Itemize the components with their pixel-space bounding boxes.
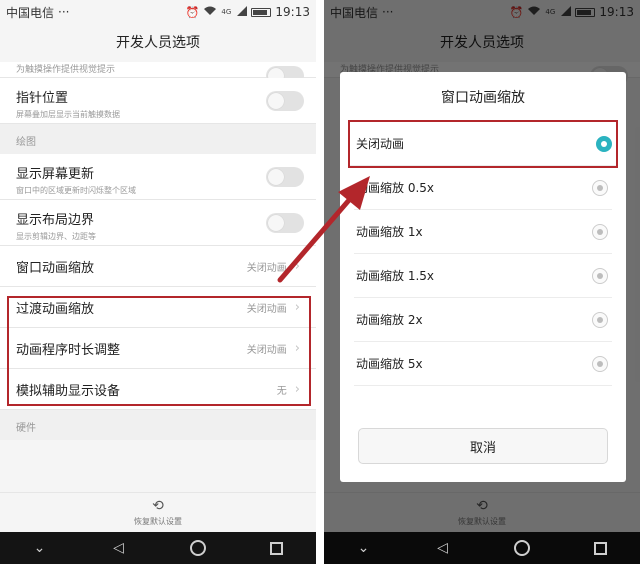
option-5x[interactable]: 动画缩放 5x <box>354 342 612 386</box>
cancel-button[interactable]: 取消 <box>358 428 608 464</box>
option-label: 关闭动画 <box>356 137 405 151</box>
network-type: 4G <box>221 7 232 16</box>
home-circle-icon[interactable] <box>178 540 218 556</box>
item-title: 模拟辅助显示设备 <box>16 383 121 399</box>
item-title: 动画程序时长调整 <box>16 342 121 358</box>
animation-scale-dialog-screen: 中国电信 ··· ⏰ 4G 19:13 开发人员选项 为触摸操作提供视觉提示 <box>324 0 640 564</box>
dialog-title: 窗口动画缩放 <box>441 90 525 106</box>
item-subtitle: 窗口中的区域更新时闪烁整个区域 <box>16 186 136 195</box>
list-item-layout-bounds[interactable]: 显示布局边界 显示剪辑边界、边距等 <box>0 200 316 246</box>
reset-defaults-button[interactable]: ⟲ 恢复默认设置 <box>0 492 316 532</box>
item-title: 窗口动画缩放 <box>16 260 95 276</box>
section-header-drawing: 绘图 <box>0 124 316 154</box>
item-subtitle: 显示剪辑边界、边距等 <box>16 232 96 241</box>
radio-icon[interactable] <box>592 355 608 372</box>
item-subtitle: 为触摸操作提供视觉提示 <box>16 65 116 75</box>
list-item-animator-duration[interactable]: 动画程序时长调整 关闭动画 › <box>0 328 316 369</box>
layout-bounds-toggle[interactable] <box>266 212 304 233</box>
home-circle-icon[interactable] <box>502 540 542 556</box>
radio-icon[interactable] <box>592 179 608 196</box>
composite-screenshot: 中国电信 ··· ⏰ 4G 19:13 开发人员选项 为触摸操作提供视觉提示 指… <box>0 0 640 564</box>
item-value: 无 <box>276 385 287 397</box>
option-label: 动画缩放 5x <box>356 357 423 371</box>
navigation-bar: ⌄ ◁ <box>0 532 316 564</box>
list-item-pointer-location[interactable]: 指针位置 屏幕叠加层显示当前触摸数据 <box>0 78 316 124</box>
signal-icon <box>237 5 248 19</box>
carrier-label: 中国电信 <box>6 5 55 20</box>
recents-square-icon[interactable] <box>257 541 297 555</box>
wifi-icon <box>203 6 217 19</box>
recents-square-icon[interactable] <box>581 541 621 555</box>
alarm-icon: ⏰ <box>185 5 200 19</box>
option-0-5x[interactable]: 动画缩放 0.5x <box>354 166 612 210</box>
animation-scale-dialog: 窗口动画缩放 关闭动画 动画缩放 0.5x 动画缩放 1x 动画缩放 1.5x … <box>340 72 626 482</box>
more-dots: ··· <box>58 5 70 19</box>
battery-icon <box>251 7 272 17</box>
pointer-location-toggle[interactable] <box>266 90 304 111</box>
item-value: 关闭动画 <box>246 303 287 315</box>
list-item-show-touches[interactable]: 为触摸操作提供视觉提示 <box>0 62 316 86</box>
page-title: 开发人员选项 <box>0 24 316 60</box>
chevron-right-icon: › <box>294 299 300 315</box>
radio-icon[interactable] <box>592 223 608 240</box>
settings-list: 为触摸操作提供视觉提示 指针位置 屏幕叠加层显示当前触摸数据 绘图 显示屏幕更新… <box>0 60 316 440</box>
clock: 19:13 <box>275 5 310 19</box>
option-label: 动画缩放 0.5x <box>356 181 435 195</box>
chevron-right-icon: › <box>294 258 300 274</box>
option-off[interactable]: 关闭动画 <box>348 120 618 168</box>
chevron-right-icon: › <box>294 340 300 356</box>
item-title: 过渡动画缩放 <box>16 301 95 317</box>
chevron-down-icon[interactable]: ⌄ <box>20 540 60 556</box>
option-2x[interactable]: 动画缩放 2x <box>354 298 612 342</box>
list-item-transition-animation[interactable]: 过渡动画缩放 关闭动画 › <box>0 287 316 328</box>
item-value: 关闭动画 <box>246 262 287 274</box>
item-title: 显示屏幕更新 <box>16 167 95 182</box>
option-label: 动画缩放 1x <box>356 225 423 239</box>
option-label: 动画缩放 2x <box>356 313 423 327</box>
list-item-simulate-display[interactable]: 模拟辅助显示设备 无 › <box>0 369 316 410</box>
option-1-5x[interactable]: 动画缩放 1.5x <box>354 254 612 298</box>
list-item-screen-updates[interactable]: 显示屏幕更新 窗口中的区域更新时闪烁整个区域 <box>0 154 316 200</box>
option-label: 动画缩放 1.5x <box>356 269 435 283</box>
radio-icon[interactable] <box>592 311 608 328</box>
item-title: 显示布局边界 <box>16 213 95 228</box>
chevron-right-icon: › <box>294 381 300 397</box>
radio-icon[interactable] <box>592 267 608 284</box>
chevron-down-icon[interactable]: ⌄ <box>344 540 384 556</box>
item-subtitle: 屏幕叠加层显示当前触摸数据 <box>16 110 120 119</box>
section-header-hardware: 硬件 <box>0 410 316 440</box>
item-value: 关闭动画 <box>246 344 287 356</box>
screen-updates-toggle[interactable] <box>266 166 304 187</box>
option-1x[interactable]: 动画缩放 1x <box>354 210 612 254</box>
back-triangle-icon[interactable]: ◁ <box>99 540 139 556</box>
navigation-bar: ⌄ ◁ <box>324 532 640 564</box>
list-item-window-animation[interactable]: 窗口动画缩放 关闭动画 › <box>0 246 316 287</box>
item-title: 指针位置 <box>16 91 69 106</box>
reset-label: 恢复默认设置 <box>134 517 182 526</box>
history-icon: ⟲ <box>152 498 164 514</box>
radio-selected-icon[interactable] <box>596 135 612 152</box>
developer-options-screen: 中国电信 ··· ⏰ 4G 19:13 开发人员选项 为触摸操作提供视觉提示 指… <box>0 0 316 564</box>
back-triangle-icon[interactable]: ◁ <box>423 540 463 556</box>
status-bar: 中国电信 ··· ⏰ 4G 19:13 <box>0 0 316 24</box>
